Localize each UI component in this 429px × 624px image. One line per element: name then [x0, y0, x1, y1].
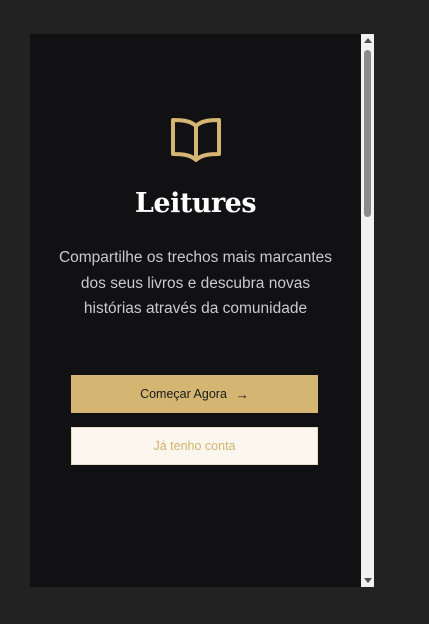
app-viewport: Leitures Compartilhe os trechos mais mar… — [30, 34, 361, 587]
start-now-label: Começar Agora — [140, 387, 227, 401]
have-account-label: Já tenho conta — [153, 439, 236, 453]
scroll-down-arrow-icon[interactable] — [361, 574, 374, 587]
open-book-icon — [171, 118, 221, 162]
app-tagline: Compartilhe os trechos mais marcantes do… — [58, 249, 333, 317]
vertical-scrollbar[interactable] — [361, 34, 374, 587]
have-account-button[interactable]: Já tenho conta — [71, 427, 318, 465]
app-title: Leitures — [134, 188, 257, 219]
start-now-button[interactable]: Começar Agora → — [71, 375, 318, 413]
scrollbar-thumb[interactable] — [364, 50, 371, 217]
scroll-up-arrow-icon[interactable] — [361, 34, 374, 47]
arrow-right-icon: → — [235, 386, 249, 402]
